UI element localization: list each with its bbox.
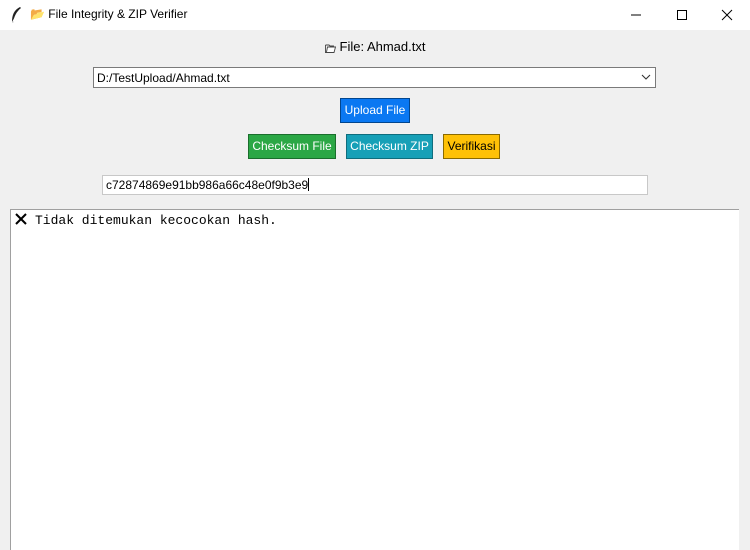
title-bar: 📂 File Integrity & ZIP Verifier: [0, 0, 750, 30]
minimize-icon: [631, 14, 641, 16]
minimize-button[interactable]: [613, 0, 659, 30]
checksum-zip-button[interactable]: Checksum ZIP: [346, 134, 433, 159]
checksum-file-button[interactable]: Checksum File: [248, 134, 336, 159]
maximize-button[interactable]: [659, 0, 705, 30]
maximize-icon: [677, 10, 687, 20]
chevron-down-icon[interactable]: [641, 73, 651, 81]
file-path-select[interactable]: D:/TestUpload/Ahmad.txt: [93, 67, 656, 88]
output-textarea[interactable]: Tidak ditemukan kecocokan hash.: [10, 209, 739, 550]
close-icon: [721, 9, 733, 21]
file-label-row: File: Ahmad.txt: [0, 39, 750, 54]
folder-icon: [324, 44, 336, 53]
feather-icon: [11, 7, 21, 24]
text-caret: [308, 178, 310, 191]
hash-input-value: c72874869e91bb986a66c48e0f9b3e9: [106, 178, 309, 192]
upload-file-button[interactable]: Upload File: [340, 98, 410, 123]
output-message: Tidak ditemukan kecocokan hash.: [35, 213, 277, 228]
file-label: File: Ahmad.txt: [339, 39, 426, 54]
window-title: 📂 File Integrity & ZIP Verifier: [30, 7, 188, 21]
close-button[interactable]: [704, 0, 750, 30]
file-path-value: D:/TestUpload/Ahmad.txt: [97, 71, 230, 85]
output-line: Tidak ditemukan kecocokan hash.: [15, 213, 277, 228]
verify-button[interactable]: Verifikasi: [443, 134, 500, 159]
x-icon: [15, 213, 27, 225]
hash-input[interactable]: c72874869e91bb986a66c48e0f9b3e9: [102, 175, 648, 195]
